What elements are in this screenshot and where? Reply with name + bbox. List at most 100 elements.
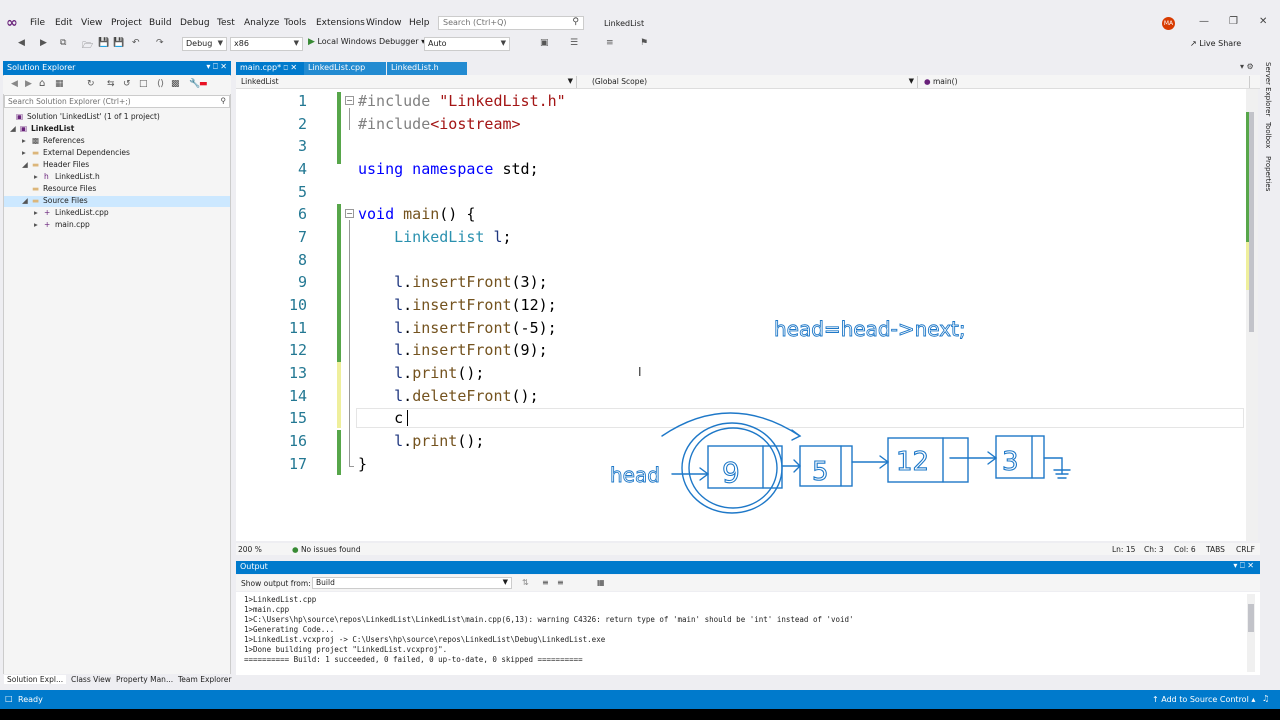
menu-edit[interactable]: Edit bbox=[55, 18, 72, 28]
code-view-icon[interactable]: ⟨⟩ bbox=[157, 79, 164, 89]
collapse-region-icon[interactable]: − bbox=[345, 96, 354, 105]
tree-item-references[interactable]: ▸ ▩ References bbox=[22, 136, 85, 145]
tree-item-linkedlist-h[interactable]: ▸ h LinkedList.h bbox=[34, 172, 100, 181]
browse-icon[interactable]: ▣ bbox=[540, 38, 549, 48]
collapse-icon[interactable]: ◢ bbox=[22, 196, 32, 205]
avatar[interactable]: MA bbox=[1162, 17, 1175, 30]
expand-icon[interactable]: ▸ bbox=[34, 220, 44, 229]
menu-debug[interactable]: Debug bbox=[180, 18, 210, 28]
pin-icon[interactable]: ▾ ⎕ ✕ bbox=[206, 62, 227, 72]
maximize-icon[interactable]: ❐ bbox=[1229, 16, 1238, 27]
close-icon[interactable]: ✕ bbox=[290, 63, 297, 72]
code-line[interactable]: using namespace std; bbox=[358, 160, 539, 178]
menu-window[interactable]: Window bbox=[366, 18, 402, 28]
code-line[interactable]: LinkedList l; bbox=[358, 228, 511, 246]
switch-views-icon[interactable]: ▦ bbox=[55, 79, 64, 89]
nav-forward-icon[interactable]: ▶ bbox=[25, 79, 32, 89]
notification-icon[interactable]: □ bbox=[5, 694, 13, 703]
tab-linkedlist-cpp[interactable]: LinkedList.cpp bbox=[304, 62, 386, 75]
tree-item-main-cpp[interactable]: ▸ + main.cpp bbox=[34, 220, 90, 229]
expand-icon[interactable]: ▸ bbox=[22, 148, 32, 157]
home-icon[interactable]: ⌂ bbox=[39, 78, 45, 89]
tab-property-manager[interactable]: Property Man... bbox=[113, 675, 176, 684]
expand-icon[interactable]: ◢ bbox=[10, 124, 20, 133]
live-share-button[interactable]: ↗ Live Share bbox=[1190, 39, 1241, 48]
expand-icon[interactable]: ▸ bbox=[34, 172, 44, 181]
save-all-icon[interactable]: 💾 bbox=[113, 38, 124, 48]
minimize-icon[interactable]: — bbox=[1199, 16, 1209, 27]
issues-indicator[interactable]: ● No issues found bbox=[292, 545, 361, 554]
run-mode-select[interactable]: Auto ▼ bbox=[424, 37, 510, 51]
tree-item-project[interactable]: ◢ ▣ LinkedList bbox=[10, 124, 74, 133]
code-line[interactable]: #include "LinkedList.h" bbox=[358, 92, 566, 110]
sync-icon[interactable]: ⇆ bbox=[107, 79, 115, 89]
redo-icon[interactable]: ↷ bbox=[156, 38, 164, 48]
open-icon[interactable]: 🗁 bbox=[82, 38, 93, 54]
new-project-icon[interactable]: ⧉ bbox=[60, 38, 66, 48]
search-input[interactable]: Search (Ctrl+Q) ⚲ bbox=[438, 16, 584, 30]
tab-linkedlist-h[interactable]: LinkedList.h bbox=[387, 62, 467, 75]
expand-icon[interactable]: ▸ bbox=[22, 136, 32, 145]
menu-view[interactable]: View bbox=[81, 18, 102, 28]
platform-select[interactable]: x86 ▼ bbox=[230, 37, 303, 51]
refresh-icon[interactable]: ↺ bbox=[123, 79, 131, 89]
zoom-level[interactable]: 200 % bbox=[238, 545, 262, 554]
code-line[interactable]: l.insertFront(9); bbox=[358, 341, 548, 359]
next-message-icon[interactable]: ≡ bbox=[557, 578, 564, 587]
project-dropdown[interactable]: LinkedList ▼ bbox=[237, 76, 577, 88]
code-line[interactable]: l.print(); bbox=[358, 364, 484, 382]
find-message-icon[interactable]: ⇅ bbox=[522, 578, 529, 587]
member-dropdown[interactable]: ● main() bbox=[920, 76, 1250, 88]
expand-icon[interactable]: ▸ bbox=[34, 208, 44, 217]
tree-item-source-files[interactable]: ◢ ▬ Source Files bbox=[22, 196, 88, 205]
menu-test[interactable]: Test bbox=[217, 18, 235, 28]
start-debugging-button[interactable]: ▶ Local Windows Debugger ▾ bbox=[308, 37, 425, 47]
bookmark-icon[interactable]: ⚑ bbox=[640, 38, 648, 48]
indent-icon[interactable]: ≡ bbox=[606, 38, 614, 48]
scrollbar-thumb[interactable] bbox=[1249, 112, 1254, 332]
tree-item-header-files[interactable]: ◢ ▬ Header Files bbox=[22, 160, 89, 169]
code-line[interactable]: l.insertFront(12); bbox=[358, 296, 557, 314]
collapse-icon[interactable]: ◢ bbox=[22, 160, 32, 169]
close-icon[interactable]: ✕ bbox=[1259, 16, 1267, 27]
prev-message-icon[interactable]: ≡ bbox=[542, 578, 549, 587]
nav-back-icon[interactable]: ◀ bbox=[11, 79, 18, 89]
collapse-region-icon[interactable]: − bbox=[345, 209, 354, 218]
show-all-files-icon[interactable]: ▩ bbox=[171, 79, 180, 89]
add-to-source-control[interactable]: ↑ Add to Source Control ▴ bbox=[1152, 695, 1255, 704]
menu-project[interactable]: Project bbox=[111, 18, 142, 28]
tree-item-external-deps[interactable]: ▸ ▬ External Dependencies bbox=[22, 148, 130, 157]
code-line[interactable]: l.deleteFront(); bbox=[358, 387, 539, 405]
clear-all-icon[interactable]: ▦ bbox=[597, 578, 605, 587]
code-line[interactable]: l.insertFront(3); bbox=[358, 273, 548, 291]
scope-dropdown[interactable]: (Global Scope) ▼ bbox=[588, 76, 918, 88]
toolbox-tab[interactable]: Toolbox bbox=[1264, 122, 1272, 148]
pin-icon[interactable]: ⎕ bbox=[284, 64, 288, 72]
pending-changes-icon[interactable]: ↻ bbox=[87, 79, 95, 89]
solution-search-input[interactable]: Search Solution Explorer (Ctrl+;) ⚲ bbox=[4, 95, 230, 108]
back-icon[interactable]: ◀ bbox=[18, 38, 25, 48]
menu-analyze[interactable]: Analyze bbox=[244, 18, 279, 28]
eol-indicator[interactable]: CRLF bbox=[1236, 545, 1255, 554]
code-line[interactable]: } bbox=[358, 455, 367, 473]
menu-tools[interactable]: Tools bbox=[284, 18, 306, 28]
save-icon[interactable]: 💾 bbox=[98, 38, 109, 48]
bell-icon[interactable]: ♫ bbox=[1262, 694, 1269, 703]
undo-icon[interactable]: ↶ bbox=[132, 38, 140, 48]
properties-tab[interactable]: Properties bbox=[1264, 156, 1272, 191]
tab-team-explorer[interactable]: Team Explorer bbox=[175, 675, 234, 684]
tree-item-solution[interactable]: ▣ Solution 'LinkedList' (1 of 1 project) bbox=[6, 112, 160, 121]
tab-solution-explorer[interactable]: Solution Expl... bbox=[4, 675, 67, 684]
comment-icon[interactable]: ☰ bbox=[570, 38, 578, 48]
code-line[interactable]: c bbox=[358, 409, 403, 427]
code-line[interactable]: l.print(); bbox=[358, 432, 484, 450]
menu-build[interactable]: Build bbox=[149, 18, 172, 28]
output-scrollbar-thumb[interactable] bbox=[1248, 604, 1254, 632]
forward-icon[interactable]: ▶ bbox=[40, 38, 47, 48]
output-source-select[interactable]: Build ▼ bbox=[312, 577, 512, 589]
code-line[interactable]: #include<iostream> bbox=[358, 115, 521, 133]
visual-studio-logo-icon[interactable]: ∞ bbox=[6, 16, 22, 30]
pin-icon[interactable]: ▾ ⎕ ✕ bbox=[1233, 561, 1254, 571]
tab-class-view[interactable]: Class View bbox=[68, 675, 114, 684]
menu-extensions[interactable]: Extensions bbox=[316, 18, 365, 28]
